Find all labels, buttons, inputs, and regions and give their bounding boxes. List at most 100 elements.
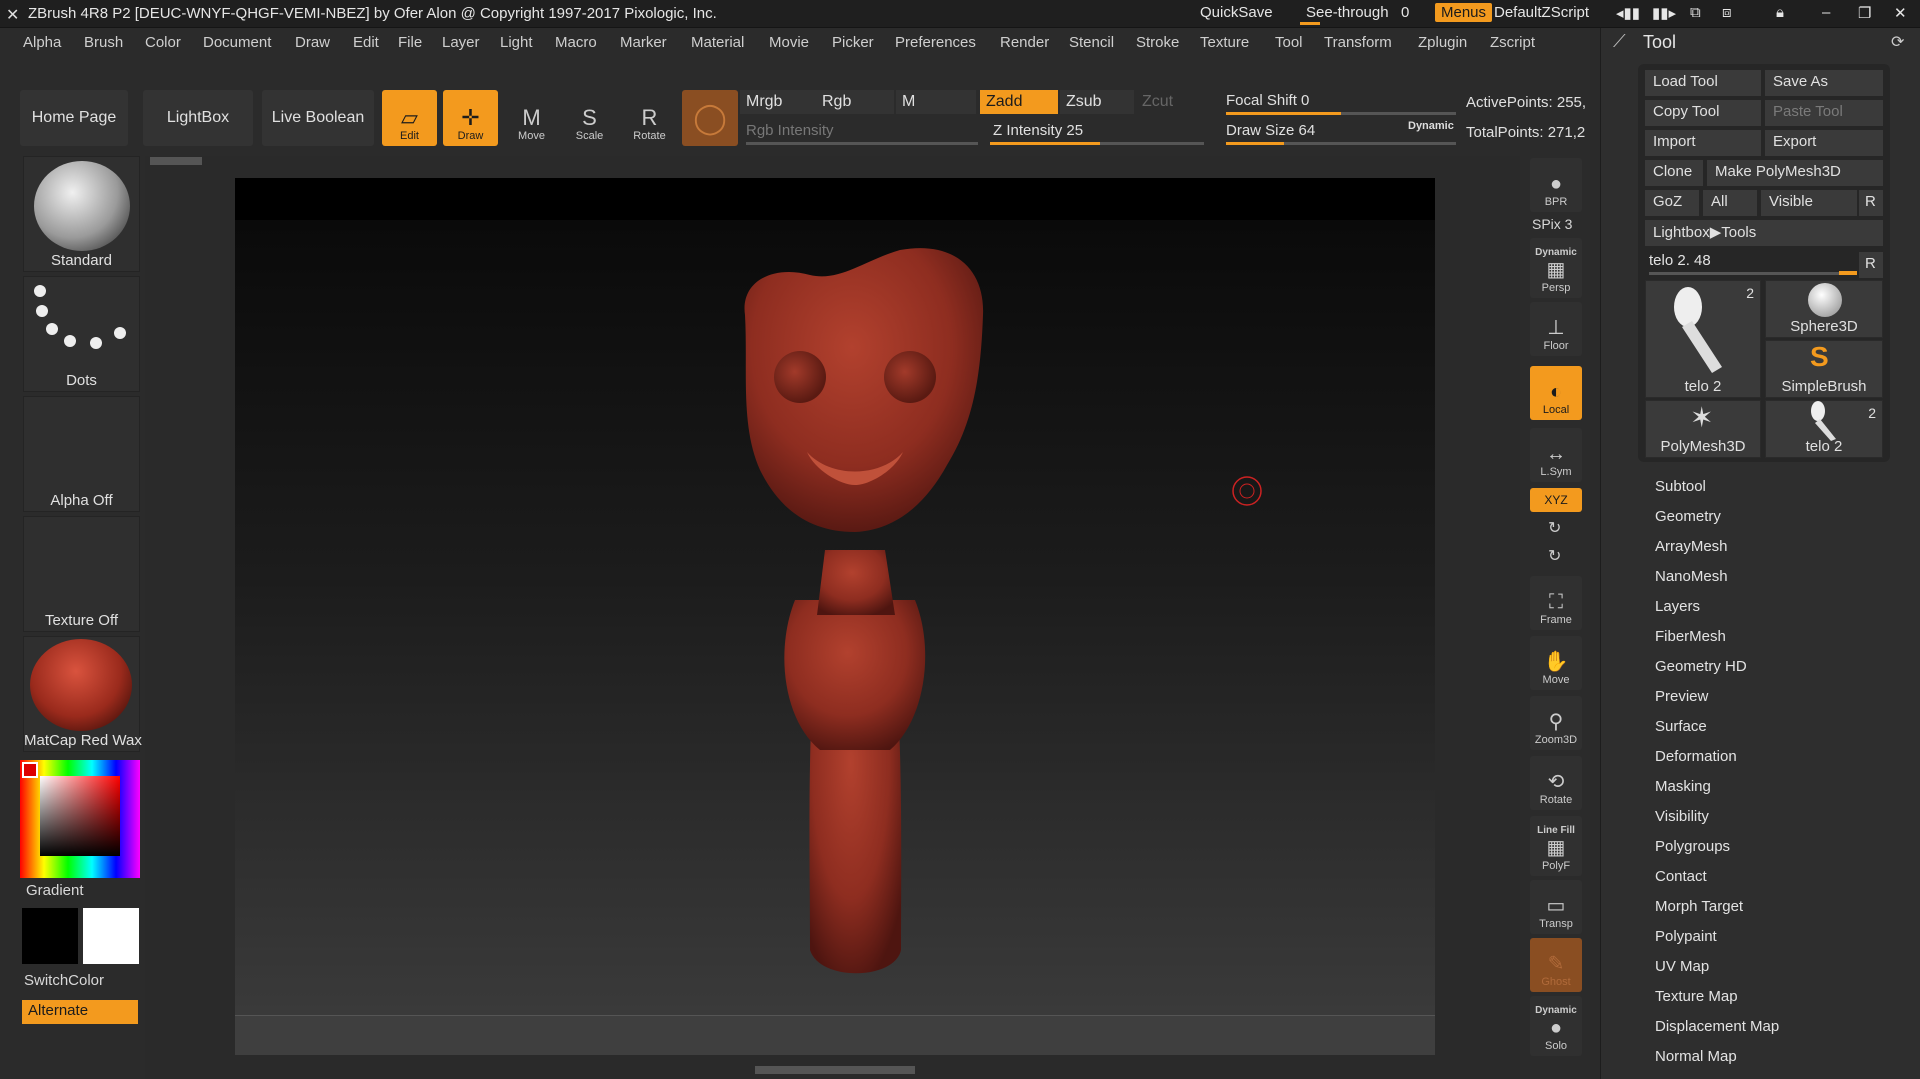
menu-alpha[interactable]: Alpha (23, 34, 61, 51)
gradient-label[interactable]: Gradient (26, 882, 84, 899)
section-masking[interactable]: Masking (1655, 778, 1711, 795)
lock-icon[interactable]: 🔒︎ (1776, 4, 1784, 21)
home-page-button[interactable]: Home Page (20, 90, 128, 146)
section-polygroups[interactable]: Polygroups (1655, 838, 1730, 855)
xyz-button[interactable]: XYZ (1530, 488, 1582, 512)
menu-marker[interactable]: Marker (620, 34, 667, 51)
export-button[interactable]: Export (1765, 130, 1883, 156)
menu-draw[interactable]: Draw (295, 34, 330, 51)
layout-switch-icon[interactable]: ⧈ (1722, 4, 1732, 21)
menu-preferences[interactable]: Preferences (895, 34, 976, 51)
primary-color-swatch[interactable] (22, 908, 78, 964)
mrgb-button[interactable]: Mrgb (740, 90, 816, 114)
tool-tile-simplebrush[interactable]: S SimpleBrush (1765, 340, 1883, 398)
menu-file[interactable]: File (398, 34, 422, 51)
bpr-button[interactable]: ● BPR (1530, 158, 1582, 212)
palette-right-icon[interactable]: ▮▮▸ (1652, 4, 1676, 22)
alternate-button[interactable]: Alternate (22, 1000, 138, 1024)
lightbox-tools-button[interactable]: Lightbox▶Tools (1645, 220, 1883, 246)
draw-size-slider[interactable]: Draw Size 64 (1226, 122, 1315, 139)
zadd-button[interactable]: Zadd (980, 90, 1058, 114)
section-subtool[interactable]: Subtool (1655, 478, 1706, 495)
switch-color-button[interactable]: SwitchColor (24, 972, 104, 989)
material-thumbnail[interactable]: MatCap Red Wax (23, 636, 142, 752)
lsym-button[interactable]: ↔ L.Sym (1530, 428, 1582, 482)
menu-picker[interactable]: Picker (832, 34, 874, 51)
alpha-thumbnail[interactable]: Alpha Off (23, 396, 140, 512)
frame-button[interactable]: ⛶ Frame (1530, 576, 1582, 630)
menu-tool[interactable]: Tool (1275, 34, 1303, 51)
tool-tile-sphere3d[interactable]: Sphere3D (1765, 280, 1883, 338)
zoom3d-button[interactable]: ⚲ Zoom3D (1530, 696, 1582, 750)
menu-texture[interactable]: Texture (1200, 34, 1249, 51)
maximize-icon[interactable]: ❐ (1858, 4, 1871, 22)
section-surface[interactable]: Surface (1655, 718, 1707, 735)
menu-color[interactable]: Color (145, 34, 181, 51)
close-icon[interactable]: ✕ (1894, 4, 1907, 22)
color-saturation-square[interactable] (40, 776, 120, 856)
menu-macro[interactable]: Macro (555, 34, 597, 51)
section-arraymesh[interactable]: ArrayMesh (1655, 538, 1728, 555)
draw-button[interactable]: ✛ Draw (443, 90, 498, 146)
menus-toggle[interactable]: Menus (1435, 3, 1493, 22)
goz-all-button[interactable]: All (1703, 190, 1757, 216)
palette-left-icon[interactable]: ◂▮▮ (1616, 4, 1640, 22)
menu-render[interactable]: Render (1000, 34, 1049, 51)
rotate-z-icon[interactable]: ↻ (1548, 546, 1561, 566)
see-through-slider[interactable]: See-through 0 (1300, 4, 1418, 25)
menu-edit[interactable]: Edit (353, 34, 379, 51)
model-telo-2[interactable] (235, 220, 1435, 1015)
save-as-button[interactable]: Save As (1765, 70, 1883, 96)
section-visibility[interactable]: Visibility (1655, 808, 1709, 825)
ghost-button[interactable]: ✎ Ghost (1530, 938, 1582, 992)
menu-brush[interactable]: Brush (84, 34, 123, 51)
import-button[interactable]: Import (1645, 130, 1761, 156)
rotate-view-button[interactable]: ⟲ Rotate (1530, 756, 1582, 810)
tool-tile-telo-2-small[interactable]: 2 telo 2 (1765, 400, 1883, 458)
tool-tile-polymesh3d[interactable]: ✶ PolyMesh3D (1645, 400, 1761, 458)
edit-button[interactable]: ▱ Edit (382, 90, 437, 146)
goz-r-button[interactable]: R (1859, 190, 1883, 216)
menu-transform[interactable]: Transform (1324, 34, 1392, 51)
polyf-button[interactable]: Line Fill ▦ PolyF (1530, 816, 1582, 876)
document-canvas[interactable] (235, 178, 1435, 1055)
z-intensity-slider[interactable]: Z Intensity 25 (993, 122, 1083, 139)
menu-zplugin[interactable]: Zplugin (1418, 34, 1467, 51)
menu-stroke[interactable]: Stroke (1136, 34, 1179, 51)
focal-shift-slider[interactable]: Focal Shift 0 (1226, 92, 1309, 109)
current-tool-r-button[interactable]: R (1859, 252, 1883, 278)
section-geometry-hd[interactable]: Geometry HD (1655, 658, 1747, 675)
menu-material[interactable]: Material (691, 34, 744, 51)
menu-stencil[interactable]: Stencil (1069, 34, 1114, 51)
palette-refresh-icon[interactable]: ⟳ (1891, 32, 1904, 52)
section-contact[interactable]: Contact (1655, 868, 1707, 885)
menu-zscript[interactable]: Zscript (1490, 34, 1535, 51)
section-preview[interactable]: Preview (1655, 688, 1708, 705)
scale-button[interactable]: S Scale (562, 90, 617, 146)
section-deformation[interactable]: Deformation (1655, 748, 1737, 765)
solo-button[interactable]: Dynamic ● Solo (1530, 996, 1582, 1056)
secondary-color-swatch[interactable] (83, 908, 139, 964)
lightbox-button[interactable]: LightBox (143, 90, 253, 146)
material-swatch-icon[interactable]: ◯ (682, 90, 738, 146)
stroke-thumbnail[interactable]: Dots (23, 276, 140, 392)
persp-button[interactable]: Dynamic ▦ Persp (1530, 238, 1582, 298)
color-picker[interactable] (20, 760, 140, 878)
rotate-button[interactable]: R Rotate (622, 90, 677, 146)
menu-document[interactable]: Document (203, 34, 271, 51)
default-zscript-button[interactable]: DefaultZScript (1494, 4, 1589, 21)
menu-light[interactable]: Light (500, 34, 533, 51)
section-normal-map[interactable]: Normal Map (1655, 1048, 1737, 1065)
rgb-intensity-slider[interactable]: Rgb Intensity (746, 122, 834, 139)
rgb-button[interactable]: Rgb (816, 90, 894, 114)
load-tool-button[interactable]: Load Tool (1645, 70, 1761, 96)
section-layers[interactable]: Layers (1655, 598, 1700, 615)
layout-icon[interactable]: ⧉ (1690, 4, 1701, 21)
live-boolean-button[interactable]: Live Boolean (262, 90, 374, 146)
section-texture-map[interactable]: Texture Map (1655, 988, 1738, 1005)
tool-tile-telo-2[interactable]: 2 telo 2 (1645, 280, 1761, 398)
section-displacement-map[interactable]: Displacement Map (1655, 1018, 1779, 1035)
canvas-scroll-handle[interactable] (150, 157, 202, 165)
paste-tool-button[interactable]: Paste Tool (1765, 100, 1883, 126)
section-polypaint[interactable]: Polypaint (1655, 928, 1717, 945)
